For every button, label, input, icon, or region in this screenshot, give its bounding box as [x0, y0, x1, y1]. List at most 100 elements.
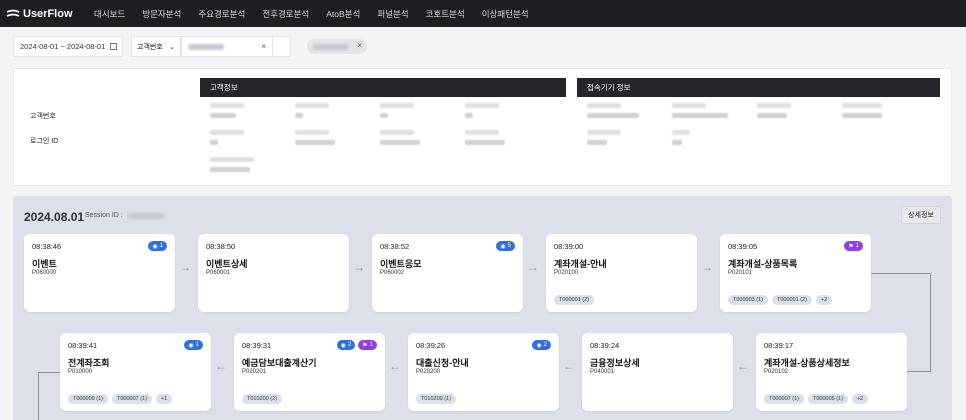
step-code: P020200	[416, 369, 441, 375]
step-card[interactable]: 08:39:24 금융정보상세 P040001	[582, 333, 733, 411]
view-count-badge: ◉ 1	[148, 241, 167, 251]
step-card[interactable]: 08:39:41 ◉ 1 전계좌조회 P010000 T000009 (1) T0…	[60, 333, 211, 411]
arrow-left-icon: ←	[737, 359, 749, 373]
nav-item-visitor-analysis[interactable]: 방문자분석	[142, 8, 181, 20]
session-id-value	[126, 212, 165, 219]
step-badges: ◉ 1	[145, 241, 167, 251]
session-id-label: Session ID :	[85, 212, 123, 219]
arrow-right-icon: →	[701, 260, 713, 274]
tag-chip[interactable]: T000009 (1)	[68, 394, 108, 404]
customer-number-input[interactable]: ×	[181, 36, 273, 57]
nav-item-main-path[interactable]: 주요경로분석	[198, 8, 245, 20]
session-journey: 2024.08.01 Session ID : 상세정보 08:38:46 ◉ 1…	[13, 196, 952, 420]
step-card[interactable]: 08:39:31 ◉ 2 ⚑ 1 예금담보대출계산기 P020201 T010200…	[234, 333, 385, 411]
device-info-card: 접속기기 정보	[577, 78, 940, 148]
tag-chip[interactable]: T000003 (1)	[728, 295, 768, 305]
step-code: P010000	[68, 369, 93, 375]
step-tags: T010200 (2)	[242, 394, 286, 404]
nav-item-dashboard[interactable]: 대시보드	[94, 8, 125, 20]
arrow-right-icon: →	[527, 260, 539, 274]
tag-chip[interactable]: T000007 (1)	[764, 394, 804, 404]
calendar-icon[interactable]	[110, 43, 117, 50]
tag-chip[interactable]: T000005 (1)	[807, 394, 848, 404]
step-card[interactable]: 08:39:26 ◉ 2 대출신청-안내 P020200 T010200 (1)	[408, 333, 559, 411]
chip-value	[313, 43, 349, 50]
search-type-select[interactable]: 고객번호 ⌄	[131, 36, 181, 57]
step-badges: ⚑ 1	[841, 241, 863, 251]
step-card[interactable]: 08:39:05 ⚑ 1 계좌개설-상품목록 P020101 T000003 (1…	[720, 234, 871, 312]
nav-item-cohort[interactable]: 코호트분석	[426, 8, 465, 20]
step-code: P020100	[554, 270, 579, 276]
step-time: 08:39:31	[242, 341, 272, 350]
selected-customer-chip[interactable]: ×	[307, 39, 367, 54]
step-time: 08:39:26	[416, 341, 446, 350]
customer-number-label: 고객번호	[30, 113, 56, 120]
step-code: P060001	[206, 270, 231, 276]
date-range-input[interactable]: 2024-08-01 ~ 2024-08-01	[13, 36, 123, 57]
app-logo[interactable]: UserFlow	[6, 8, 76, 20]
row-connector	[38, 372, 60, 420]
nav-item-funnel[interactable]: 퍼널분석	[377, 8, 408, 20]
detail-info-button[interactable]: 상세정보	[901, 206, 941, 224]
more-tags-chip[interactable]: +2	[815, 295, 833, 305]
tag-chip[interactable]: T000001 (2)	[554, 295, 594, 305]
device-info-header: 접속기기 정보	[577, 78, 940, 97]
step-name: 전계좌조회	[68, 358, 110, 368]
date-range-value: 2024-08-01 ~ 2024-08-01	[20, 42, 106, 51]
swoosh-logo-icon	[6, 9, 20, 17]
step-card[interactable]: 08:38:50 이벤트상세 P060001	[198, 234, 349, 312]
chevron-down-icon: ⌄	[169, 44, 175, 51]
step-name: 계좌개설-상품상세정보	[764, 358, 850, 368]
chip-remove-icon[interactable]: ×	[357, 41, 362, 50]
step-badges: ◉ 1	[181, 340, 203, 350]
clear-icon[interactable]: ×	[261, 42, 266, 51]
customer-info-panel: 고객번호 로그인 ID 고객정보 접속기기 정보	[13, 68, 952, 186]
step-code: P060000	[32, 270, 57, 276]
login-id-label: 로그인 ID	[30, 138, 59, 145]
step-time: 08:38:50	[206, 242, 236, 251]
tag-chip[interactable]: T010200 (2)	[242, 394, 282, 404]
tag-chip[interactable]: T010200 (1)	[416, 394, 456, 404]
flag-count-badge: ⚑ 1	[358, 340, 377, 350]
step-code: P040001	[590, 369, 615, 375]
search-type-value: 고객번호	[137, 43, 163, 51]
step-code: P020201	[242, 369, 267, 375]
step-card[interactable]: 08:38:52 ◉ 5 이벤트응모 P060002	[372, 234, 523, 312]
eye-icon: ◉	[188, 342, 194, 349]
step-card[interactable]: 08:38:46 ◉ 1 이벤트 P060000	[24, 234, 175, 312]
app-name: UserFlow	[23, 7, 73, 20]
tag-chip[interactable]: T000007 (1)	[111, 394, 152, 404]
step-name: 계좌개설-안내	[554, 259, 607, 269]
arrow-right-icon: →	[179, 260, 191, 274]
step-code: P020102	[764, 369, 789, 375]
step-tags: T000001 (2)	[554, 295, 598, 305]
arrow-left-icon: ←	[389, 359, 401, 373]
filter-bar: 2024-08-01 ~ 2024-08-01 고객번호 ⌄ × ×	[13, 36, 367, 57]
step-name: 대출신청-안내	[416, 358, 469, 368]
more-tags-chip[interactable]: +2	[851, 394, 869, 404]
nav-item-before-after-path[interactable]: 전후경로분석	[262, 8, 309, 20]
nav-menu: 대시보드 방문자분석 주요경로분석 전후경로분석 AtoB분석 퍼널분석 코호트…	[94, 8, 529, 20]
step-time: 08:39:00	[554, 242, 584, 251]
more-tags-chip[interactable]: +1	[155, 394, 173, 404]
customer-info-card: 고객정보	[200, 78, 566, 178]
step-tags: T010200 (1)	[416, 394, 460, 404]
session-date: 2024.08.01	[24, 210, 85, 224]
step-card[interactable]: 08:39:00 계좌개설-안내 P020100 T000001 (2)	[546, 234, 697, 312]
nav-item-atob[interactable]: AtoB분석	[326, 8, 360, 20]
step-badges: ◉ 2	[529, 340, 551, 350]
nav-item-anomaly[interactable]: 이상패턴분석	[482, 8, 529, 20]
step-card[interactable]: 08:39:17 계좌개설-상품상세정보 P020102 T000007 (1)…	[756, 333, 907, 411]
step-name: 금융정보상세	[590, 358, 640, 368]
tag-chip[interactable]: T000001 (2)	[771, 295, 812, 305]
step-time: 08:39:41	[68, 341, 98, 350]
flag-icon: ⚑	[362, 342, 368, 349]
step-time: 08:38:46	[32, 242, 62, 251]
step-name: 이벤트응모	[380, 259, 422, 269]
view-count-badge: ◉ 1	[184, 340, 203, 350]
step-code: P020101	[728, 270, 753, 276]
customer-number-value	[188, 43, 224, 50]
arrow-left-icon: ←	[215, 359, 227, 373]
step-tags: T000003 (1) T000001 (2) +2	[728, 295, 836, 305]
flag-count-badge: ⚑ 1	[844, 241, 863, 251]
